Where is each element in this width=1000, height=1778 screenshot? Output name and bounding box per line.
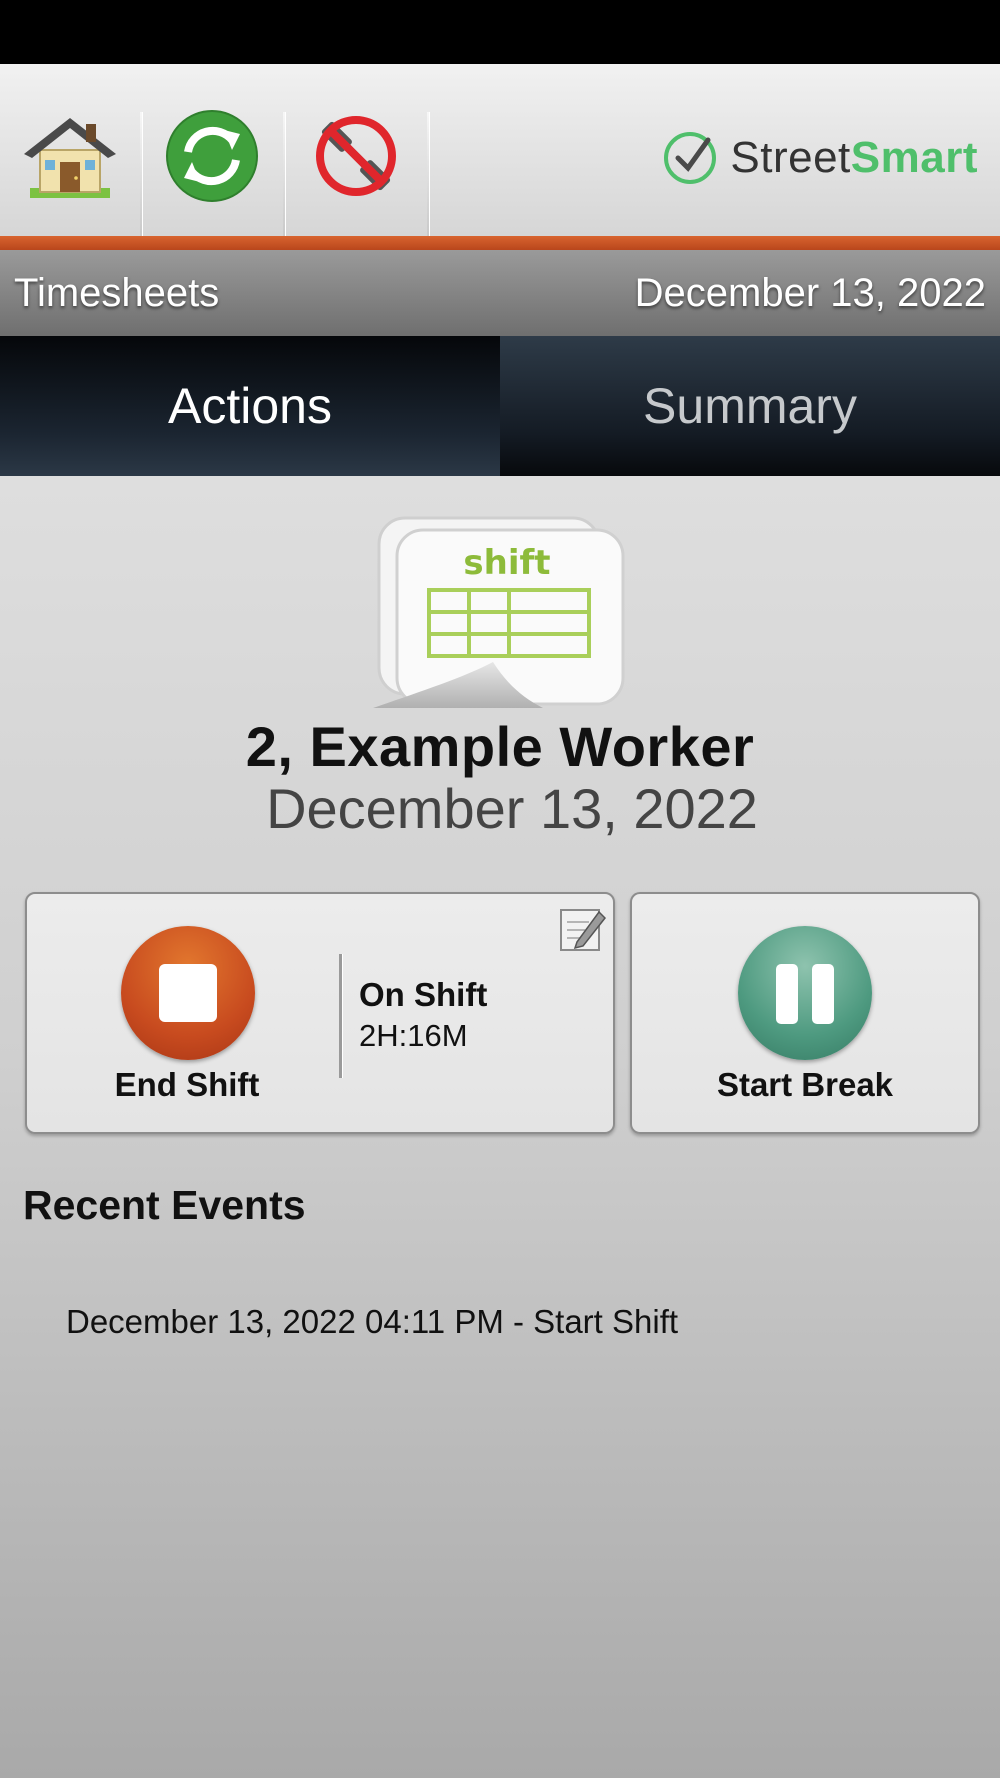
- tab-actions[interactable]: Actions: [0, 336, 500, 476]
- page-title: Timesheets: [14, 271, 220, 315]
- main-content: shift 2, Example Worker December 13, 202…: [0, 476, 1000, 1778]
- sync-icon[interactable]: [164, 108, 260, 204]
- pause-icon-bar: [776, 964, 798, 1024]
- start-break-button[interactable]: [738, 926, 872, 1060]
- card-divider: [339, 954, 342, 1078]
- offline-icon[interactable]: [308, 108, 404, 204]
- shift-sheet-icon: shift: [373, 512, 629, 708]
- event-item: December 13, 2022 04:11 PM - Start Shift: [66, 1303, 679, 1340]
- svg-text:shift: shift: [463, 543, 550, 583]
- stop-icon: [159, 964, 217, 1022]
- toolbar: StreetSmart: [0, 64, 1000, 268]
- check-logo-icon: [664, 132, 717, 184]
- shift-card: End Shift On Shift 2H:16M: [25, 892, 615, 1134]
- status-bar: [0, 0, 1000, 64]
- break-card: Start Break: [630, 892, 980, 1134]
- title-bar: Timesheets December 13, 2022: [0, 250, 1000, 336]
- recent-events-title: Recent Events: [23, 1182, 306, 1228]
- streetsmart-logo: StreetSmart: [662, 126, 978, 190]
- header-date: December 13, 2022: [634, 271, 986, 315]
- accent-bar: [0, 236, 1000, 250]
- tab-bar: Actions Summary: [0, 336, 1000, 476]
- home-icon[interactable]: [22, 108, 118, 204]
- shift-status: On Shift: [359, 976, 488, 1013]
- edit-icon[interactable]: [559, 904, 607, 952]
- start-break-label[interactable]: Start Break: [632, 1066, 978, 1104]
- worker-date: December 13, 2022: [266, 777, 758, 840]
- pause-icon-bar: [812, 964, 834, 1024]
- shift-duration: 2H:16M: [359, 1018, 468, 1053]
- end-shift-button[interactable]: [121, 926, 255, 1060]
- brand-name: StreetSmart: [730, 133, 978, 182]
- end-shift-label[interactable]: End Shift: [67, 1066, 307, 1104]
- worker-name: 2, Example Worker: [245, 715, 755, 778]
- tab-summary[interactable]: Summary: [500, 336, 1000, 476]
